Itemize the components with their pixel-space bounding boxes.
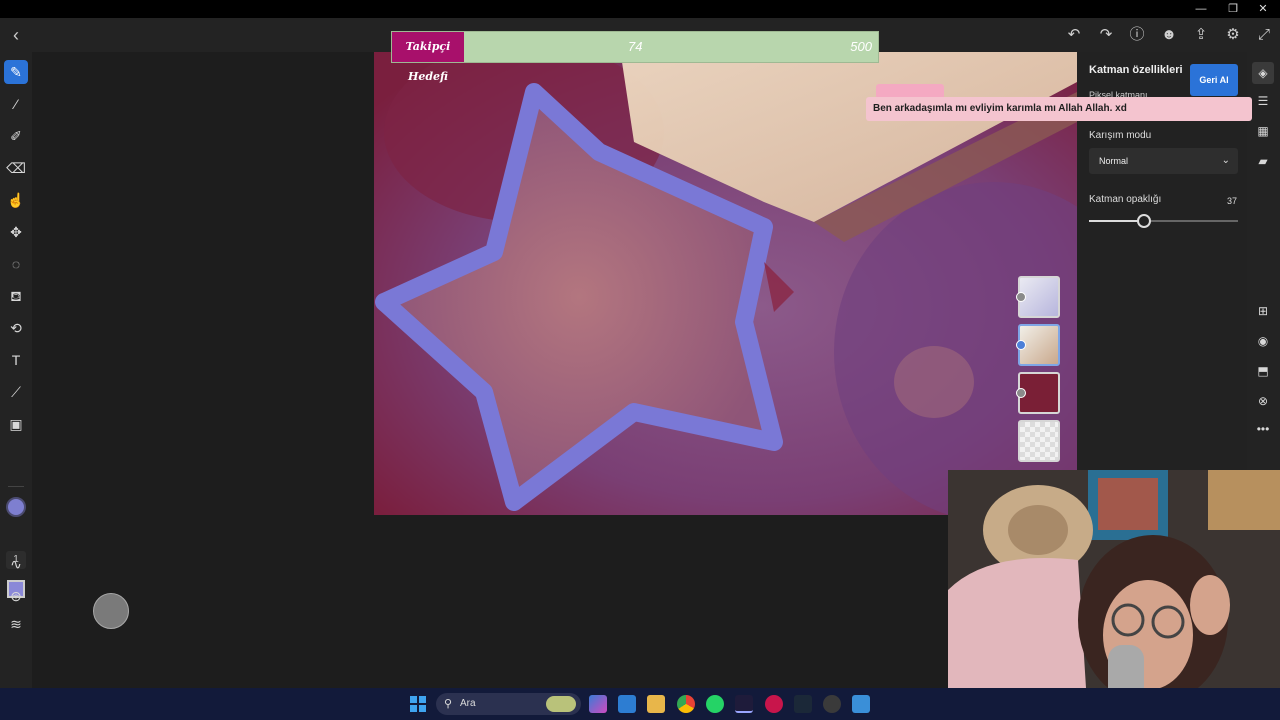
layer-link-dot[interactable] <box>1016 292 1026 302</box>
goal-label: Takipçi Hedefi <box>392 32 464 83</box>
copilot-icon[interactable] <box>589 695 607 713</box>
chat-message-toast: Ben arkadaşımla mı evliyim karımla mı Al… <box>866 97 1252 121</box>
blend-mode-select[interactable]: Normal ⌄ <box>1089 148 1238 174</box>
paint-brush-icon[interactable]: ⁄ <box>4 92 28 116</box>
help-icon[interactable]: ⓘ <box>1125 24 1149 46</box>
layer-link-dot[interactable] <box>1016 388 1026 398</box>
user-icon[interactable]: ☻ <box>1157 24 1181 46</box>
brush-color-swatch[interactable] <box>6 497 26 517</box>
adjustments-icon[interactable]: ☰ <box>1252 90 1274 112</box>
blend-mode-label: Karışım modu <box>1089 130 1152 141</box>
brush-options-icon[interactable]: ⊛ <box>4 584 28 608</box>
whatsapp-icon[interactable] <box>706 695 724 713</box>
more-icon[interactable]: ••• <box>1252 418 1274 440</box>
eraser-icon[interactable]: ⌫ <box>4 156 28 180</box>
maximize-button[interactable]: ❐ <box>1223 2 1243 16</box>
goal-target-count: 500 <box>850 39 872 54</box>
layer-thumbnail[interactable] <box>1018 420 1060 462</box>
search-placeholder: Ara <box>460 698 476 709</box>
opacity-slider-fill <box>1089 220 1145 222</box>
tool-sidebar: ✎ ⁄ ✐ ⌫ ☝ ✥ ◌ ⛾ ⟲ T ⟋ ▣ 1 ∿ ⊛ ≋ <box>0 52 32 688</box>
lasso-icon[interactable]: ◌ <box>4 252 28 276</box>
eyedropper-icon[interactable]: ⟋ <box>4 380 28 404</box>
obs-icon[interactable] <box>823 695 841 713</box>
close-button[interactable]: ✕ <box>1253 2 1273 16</box>
steam-icon[interactable] <box>794 695 812 713</box>
fresco-icon[interactable] <box>735 695 753 713</box>
chevron-down-icon: ⌄ <box>1221 155 1230 166</box>
toolbar-divider <box>8 486 24 487</box>
search-icon: ⚲ <box>444 698 453 710</box>
image-icon[interactable]: ▣ <box>4 412 28 436</box>
opacity-slider-handle[interactable] <box>1137 214 1152 228</box>
search-highlight-icon <box>546 696 576 712</box>
opacity-slider[interactable] <box>1089 214 1238 228</box>
webcam-image <box>948 470 1280 720</box>
opera-icon[interactable] <box>765 695 783 713</box>
chrome-icon[interactable] <box>677 695 695 713</box>
layers-icon[interactable]: ◈ <box>1252 62 1274 84</box>
smudge-icon[interactable]: ☝ <box>4 188 28 212</box>
drawing-canvas[interactable] <box>374 52 1077 515</box>
fill-bucket-icon[interactable]: ⛾ <box>4 284 28 308</box>
settings-icon[interactable]: ⚙ <box>1221 24 1245 46</box>
blend-mode-value: Normal <box>1099 156 1129 166</box>
quick-action-button[interactable] <box>93 593 129 629</box>
back-button[interactable]: ‹ <box>6 24 26 46</box>
move-icon[interactable]: ✥ <box>4 220 28 244</box>
text-icon[interactable]: T <box>4 348 28 372</box>
undo-icon[interactable]: ↶ <box>1062 24 1086 46</box>
undo-button[interactable]: Geri Al <box>1190 64 1238 96</box>
vector-brush-icon[interactable]: ✐ <box>4 124 28 148</box>
webcam-feed <box>948 470 1280 720</box>
window-titlebar: — ❐ ✕ <box>0 0 1280 18</box>
visibility-icon[interactable]: ◉ <box>1252 330 1274 352</box>
photos-icon[interactable] <box>852 695 870 713</box>
taskbar-search[interactable]: ⚲ Ara <box>436 693 581 715</box>
fullscreen-icon[interactable]: ⤢ <box>1252 24 1276 46</box>
windows-start-icon[interactable] <box>410 696 426 712</box>
stroke-settings-icon[interactable]: ∿ <box>4 552 28 576</box>
minimize-button[interactable]: — <box>1191 2 1211 16</box>
merge-icon[interactable]: ⬒ <box>1252 360 1274 382</box>
store-icon[interactable] <box>618 695 636 713</box>
share-icon[interactable]: ⇪ <box>1189 24 1213 46</box>
redo-icon[interactable]: ↷ <box>1094 24 1118 46</box>
pixel-brush-icon[interactable]: ✎ <box>4 60 28 84</box>
os-taskbar: ⚲ Ara <box>0 688 1280 720</box>
transform-icon[interactable]: ⟲ <box>4 316 28 340</box>
file-explorer-icon[interactable] <box>647 695 665 713</box>
stabilizer-icon[interactable]: ≋ <box>4 612 28 636</box>
add-layer-icon[interactable]: ⊞ <box>1252 300 1274 322</box>
comment-icon[interactable]: ▰ <box>1252 150 1274 172</box>
mask-icon[interactable]: ⊗ <box>1252 390 1274 412</box>
layer-opacity-label: Katman opaklığı <box>1089 194 1162 205</box>
layer-link-dot[interactable] <box>1016 340 1026 350</box>
panel-title: Katman özellikleri <box>1089 64 1183 76</box>
follower-goal-bar: Takipçi Hedefi 74 500 <box>391 31 879 83</box>
canvas-artwork <box>374 52 1077 515</box>
grid-icon[interactable]: ▦ <box>1252 120 1274 142</box>
layer-opacity-value: 37 <box>1226 196 1237 206</box>
goal-current-count: 74 <box>628 39 643 54</box>
